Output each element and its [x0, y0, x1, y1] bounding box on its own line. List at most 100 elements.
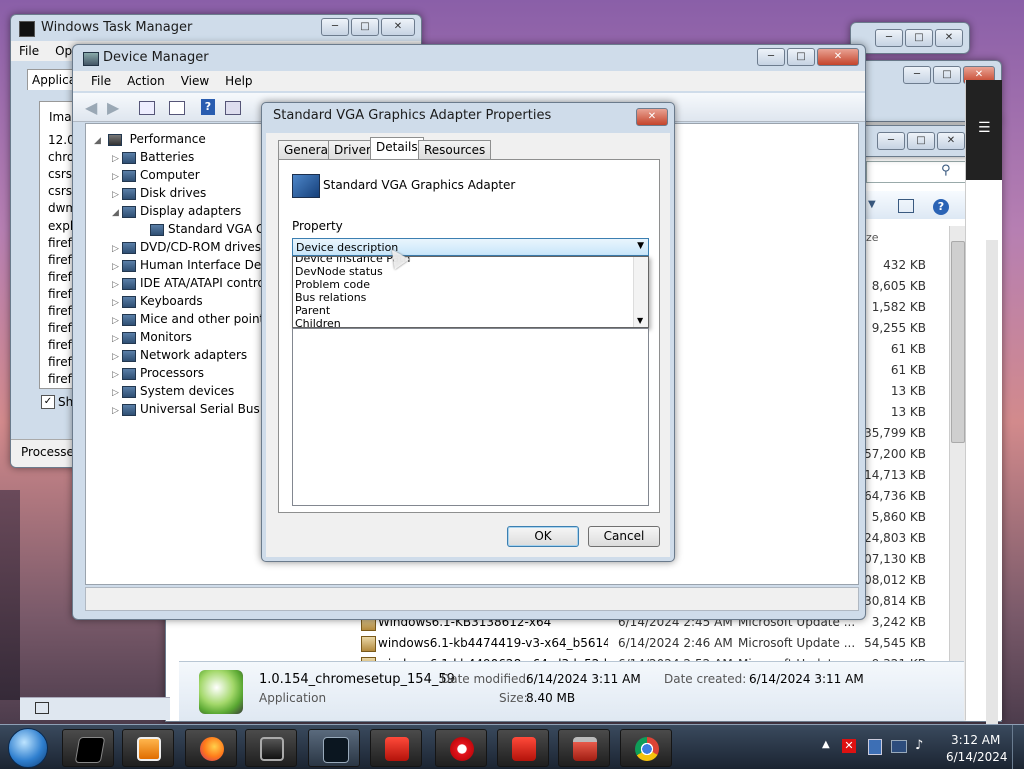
show-all-checkbox[interactable]: ✓	[41, 395, 55, 409]
close-button[interactable]: ✕	[381, 18, 415, 36]
help-icon[interactable]: ?	[201, 99, 215, 115]
dialog-titlebar[interactable]: Standard VGA Graphics Adapter Properties…	[262, 103, 674, 129]
dropdown-list: Device instance Path DevNode status Proble…	[292, 256, 649, 328]
dropdown-option[interactable]: Bus relations	[295, 291, 366, 304]
details-pane: 1.0.154_chromesetup_154_59 Application D…	[179, 661, 964, 721]
menu-file[interactable]: File	[11, 41, 47, 61]
close-button[interactable]: ✕	[636, 108, 668, 126]
minimize-button[interactable]: ─	[875, 29, 903, 47]
properties-icon[interactable]	[139, 101, 155, 115]
dropdown-option[interactable]: DevNode status	[295, 265, 383, 278]
task-row[interactable]: 12.0	[48, 132, 75, 149]
collapse-arrow-icon[interactable]: ◢	[112, 204, 122, 222]
taskbar-media-player[interactable]	[122, 729, 174, 767]
chevron-down-icon[interactable]: ▼	[637, 241, 644, 251]
menu-help[interactable]: Help	[217, 71, 260, 91]
help-icon[interactable]: ?	[933, 199, 949, 215]
close-button[interactable]: ✕	[937, 132, 965, 150]
tree-item[interactable]: ▷ System devices	[112, 382, 234, 400]
taskbar-chrome[interactable]	[620, 729, 672, 767]
preview-pane-icon[interactable]	[898, 199, 914, 213]
tab-details[interactable]: Details	[370, 137, 424, 159]
security-alert-icon[interactable]: ✕	[842, 739, 856, 753]
menu-file[interactable]: File	[83, 71, 119, 91]
task-row[interactable]: chro	[48, 149, 74, 166]
dropdown-scrollbar[interactable]: ▼	[633, 257, 648, 327]
minimize-button[interactable]: ─	[877, 132, 905, 150]
tree-item[interactable]: ▷ IDE ATA/ATAPI contro	[112, 274, 265, 292]
back-icon[interactable]: ◀	[85, 98, 97, 117]
menu-action[interactable]: Action	[119, 71, 173, 91]
volume-icon[interactable]: ♪	[915, 738, 923, 753]
start-button[interactable]	[8, 728, 48, 768]
tray-up-arrow-icon[interactable]: ▲	[822, 739, 830, 750]
clock-date[interactable]: 6/14/2024	[946, 750, 1008, 764]
forward-icon[interactable]: ▶	[107, 98, 119, 117]
size-column-header[interactable]: ze	[866, 231, 879, 244]
tree-item[interactable]: ▷ Batteries	[112, 148, 194, 166]
tree-item[interactable]: ▷ Disk drives	[112, 184, 206, 202]
tree-item[interactable]: ▷ Universal Serial Bus co	[112, 400, 278, 418]
tab-resources[interactable]: Resources	[418, 140, 492, 159]
taskbar-app-red-1[interactable]	[370, 729, 422, 767]
list-icon[interactable]	[169, 101, 185, 115]
dropdown-option[interactable]: Children	[295, 317, 341, 327]
property-dropdown[interactable]: Device description ▼	[292, 238, 649, 256]
tree-root[interactable]: ◢ Performance	[94, 130, 206, 148]
ok-button[interactable]: OK	[507, 526, 579, 547]
tree-item[interactable]: ▷ Network adapters	[112, 346, 247, 364]
maximize-button[interactable]: □	[905, 29, 933, 47]
close-button[interactable]: ✕	[935, 29, 963, 47]
tree-item[interactable]: ◢ Display adapters	[112, 202, 241, 220]
taskbar-opera[interactable]	[435, 729, 487, 767]
taskbar-app-red-2[interactable]	[497, 729, 549, 767]
scroll-down-arrow-icon[interactable]: ▼	[637, 316, 643, 325]
tree-item[interactable]: Standard VGA Gra	[144, 220, 278, 238]
devices-icon[interactable]	[868, 739, 882, 755]
taskbar-task-manager[interactable]	[62, 729, 114, 767]
taskbar-monitor[interactable]	[308, 729, 360, 767]
red-app-icon	[385, 737, 409, 761]
show-hidden-icon[interactable]	[225, 101, 241, 115]
maximize-button[interactable]: □	[907, 132, 935, 150]
cancel-button[interactable]: Cancel	[588, 526, 660, 547]
menu-view[interactable]: View	[173, 71, 217, 91]
device-manager-titlebar[interactable]: Device Manager ─ □ ✕	[73, 45, 865, 71]
minimize-button[interactable]: ─	[757, 48, 785, 66]
application-icon	[199, 670, 243, 714]
search-icon[interactable]: ⚲	[941, 163, 955, 178]
taskbar-firefox[interactable]	[185, 729, 237, 767]
clock-time[interactable]: 3:12 AM	[951, 733, 1000, 747]
tree-item[interactable]: ▷ Human Interface Devi	[112, 256, 272, 274]
show-desktop-button[interactable]	[1012, 725, 1024, 769]
tree-item[interactable]: ▷ Keyboards	[112, 292, 203, 310]
task-manager-titlebar[interactable]: Windows Task Manager ─ □ ✕	[11, 15, 421, 41]
minimize-button[interactable]: ─	[321, 18, 349, 36]
tree-item[interactable]: ▷ Monitors	[112, 328, 192, 346]
scroll-thumb[interactable]	[951, 241, 965, 443]
maximize-button[interactable]: □	[351, 18, 379, 36]
taskbar-toolbox[interactable]	[558, 729, 610, 767]
maximize-button[interactable]: □	[933, 66, 961, 84]
expand-arrow-icon[interactable]: ▷	[112, 402, 122, 420]
dropdown-option[interactable]: Problem code	[295, 278, 370, 291]
tree-item[interactable]: ▷ Mice and other pointi	[112, 310, 268, 328]
hamburger-menu-icon[interactable]: ☰	[978, 120, 991, 136]
dropdown-option[interactable]: Parent	[295, 304, 330, 317]
taskbar-device-manager[interactable]	[245, 729, 297, 767]
collapse-arrow-icon[interactable]: ◢	[94, 132, 104, 150]
view-menu-icon[interactable]: ▼	[868, 199, 876, 210]
file-name[interactable]: windows6.1-kb4474419-v3-x64_b5614c6c...	[378, 633, 608, 654]
network-icon[interactable]	[891, 740, 907, 753]
nav-pane-icon[interactable]	[35, 702, 49, 714]
tree-item[interactable]: ▷ Processors	[112, 364, 204, 382]
tree-item[interactable]: ▷ DVD/CD-ROM drives	[112, 238, 261, 256]
computer-icon	[107, 133, 122, 146]
minimize-button[interactable]: ─	[903, 66, 931, 84]
tree-item[interactable]: ▷ Computer	[112, 166, 200, 184]
date-created-label: Date created:	[664, 672, 747, 686]
display-adapter-icon	[292, 174, 320, 198]
maximize-button[interactable]: □	[787, 48, 815, 66]
close-button[interactable]: ✕	[817, 48, 859, 66]
browser-scrollbar[interactable]	[986, 240, 998, 740]
